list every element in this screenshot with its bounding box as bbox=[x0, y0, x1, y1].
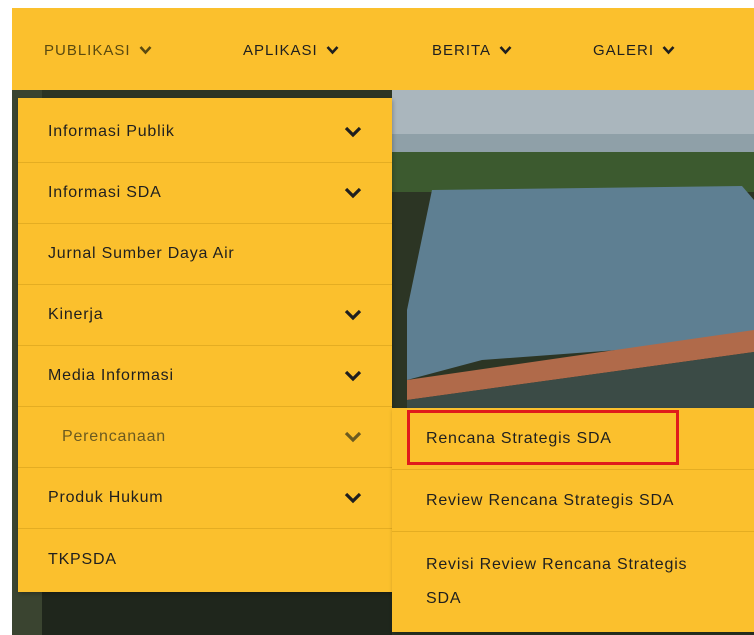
nav-galeri[interactable]: GALERI bbox=[593, 38, 675, 62]
menu-item-tkpsda[interactable]: TKPSDA bbox=[18, 529, 392, 590]
menu-item-label: Jurnal Sumber Daya Air bbox=[48, 245, 235, 262]
menu-item-label: Informasi Publik bbox=[48, 123, 175, 140]
chevron-down-icon bbox=[662, 46, 675, 55]
menu-item-kinerja[interactable]: Kinerja bbox=[18, 285, 392, 346]
chevron-down-icon bbox=[344, 492, 362, 504]
menu-item-label: Produk Hukum bbox=[48, 489, 164, 506]
submenu-item-label: Rencana Strategis SDA bbox=[426, 430, 612, 447]
menu-item-perencanaan[interactable]: Perencanaan bbox=[18, 407, 392, 468]
submenu-item-revisi-review-rencana-strategis-sda[interactable]: Revisi Review Rencana Strategis SDA bbox=[392, 532, 754, 632]
chevron-down-icon bbox=[344, 431, 362, 443]
nav-berita[interactable]: BERITA bbox=[432, 38, 512, 62]
submenu-item-label: Review Rencana Strategis SDA bbox=[426, 492, 675, 509]
menu-item-produk-hukum[interactable]: Produk Hukum bbox=[18, 468, 392, 529]
top-navigation-bar: PUBLIKASI APLIKASI BERITA GALERI bbox=[12, 8, 754, 90]
chevron-down-icon bbox=[326, 46, 339, 55]
chevron-down-icon bbox=[344, 126, 362, 138]
nav-publikasi-label: PUBLIKASI bbox=[44, 41, 131, 59]
menu-item-jurnal-sumber-daya-air[interactable]: Jurnal Sumber Daya Air bbox=[18, 224, 392, 285]
menu-item-label: TKPSDA bbox=[48, 550, 117, 568]
submenu-item-label: Revisi Review Rencana Strategis SDA bbox=[426, 556, 688, 607]
chevron-down-icon bbox=[344, 187, 362, 199]
menu-item-informasi-sda[interactable]: Informasi SDA bbox=[18, 163, 392, 224]
chevron-down-icon bbox=[344, 309, 362, 321]
chevron-down-icon bbox=[139, 46, 152, 55]
chevron-down-icon bbox=[344, 370, 362, 382]
menu-item-media-informasi[interactable]: Media Informasi bbox=[18, 346, 392, 407]
nav-aplikasi[interactable]: APLIKASI bbox=[243, 38, 339, 62]
nav-galeri-label: GALERI bbox=[593, 41, 655, 59]
menu-item-label: Media Informasi bbox=[48, 367, 174, 384]
menu-item-label: Informasi SDA bbox=[48, 184, 162, 201]
menu-item-informasi-publik[interactable]: Informasi Publik bbox=[18, 102, 392, 163]
menu-item-label: Kinerja bbox=[48, 306, 104, 323]
submenu-item-rencana-strategis-sda[interactable]: Rencana Strategis SDA bbox=[392, 408, 754, 470]
nav-aplikasi-label: APLIKASI bbox=[243, 41, 318, 59]
menu-item-label: Perencanaan bbox=[62, 428, 166, 445]
submenu-item-review-rencana-strategis-sda[interactable]: Review Rencana Strategis SDA bbox=[392, 470, 754, 532]
perencanaan-submenu: Rencana Strategis SDA Review Rencana Str… bbox=[392, 408, 754, 632]
chevron-down-icon bbox=[499, 46, 512, 55]
nav-berita-label: BERITA bbox=[432, 41, 492, 59]
nav-publikasi[interactable]: PUBLIKASI bbox=[44, 38, 152, 62]
publikasi-dropdown-menu: Informasi Publik Informasi SDA Jurnal Su… bbox=[18, 98, 392, 592]
